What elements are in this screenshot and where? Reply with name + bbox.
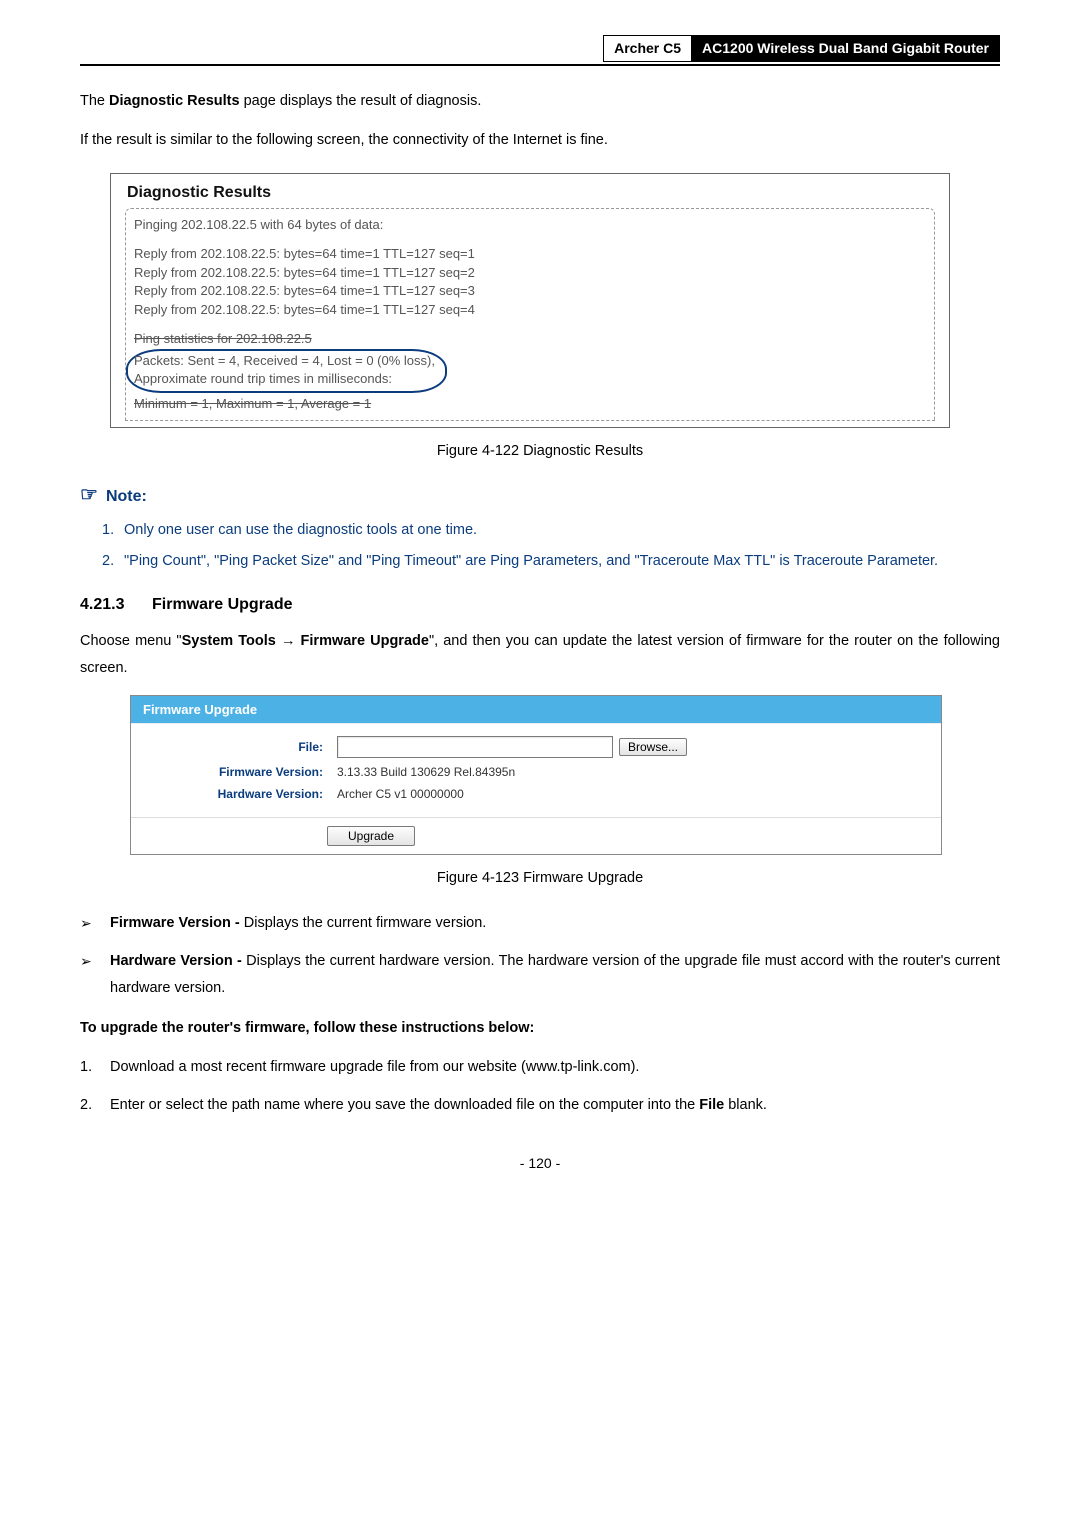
header-model: Archer C5 [603, 35, 691, 62]
diag-line: Packets: Sent = 4, Received = 4, Lost = … [134, 352, 435, 370]
intro-para-2: If the result is similar to the followin… [80, 127, 1000, 155]
fw-version-label: Firmware Version: [143, 764, 337, 780]
intro-para-1: The Diagnostic Results page displays the… [80, 88, 1000, 116]
fw-version-row: Firmware Version: 3.13.33 Build 130629 R… [143, 764, 929, 780]
diag-line: Reply from 202.108.22.5: bytes=64 time=1… [134, 264, 926, 282]
arrow-icon: ➢ [80, 948, 110, 1003]
hw-version-label: Hardware Version: [143, 786, 337, 802]
diag-line: Reply from 202.108.22.5: bytes=64 time=1… [134, 282, 926, 300]
step-item: 1. Download a most recent firmware upgra… [80, 1054, 1000, 1082]
note-item: 2."Ping Count", "Ping Packet Size" and "… [102, 547, 1000, 576]
instructions-heading: To upgrade the router's firmware, follow… [80, 1015, 1000, 1043]
diag-callout-oval: Packets: Sent = 4, Received = 4, Lost = … [126, 349, 447, 393]
upgrade-button[interactable]: Upgrade [327, 826, 415, 846]
arrow-icon: ➢ [80, 910, 110, 938]
figure-caption-122: Figure 4-122 Diagnostic Results [80, 442, 1000, 462]
note-list: 1.Only one user can use the diagnostic t… [80, 516, 1000, 576]
file-label: File: [143, 739, 337, 755]
diag-line: Reply from 202.108.22.5: bytes=64 time=1… [134, 301, 926, 319]
firmware-panel-title: Firmware Upgrade [131, 696, 941, 724]
diagnostic-title: Diagnostic Results [125, 182, 935, 204]
diag-line: Reply from 202.108.22.5: bytes=64 time=1… [134, 245, 926, 263]
diag-line-struck: Minimum = 1, Maximum = 1, Average = 1 [134, 395, 926, 413]
section-heading: 4.21.3Firmware Upgrade [80, 594, 1000, 616]
steps-list: 1. Download a most recent firmware upgra… [80, 1054, 1000, 1119]
diag-line: Pinging 202.108.22.5 with 64 bytes of da… [134, 216, 926, 234]
hw-version-row: Hardware Version: Archer C5 v1 00000000 [143, 786, 929, 802]
hand-point-icon: ☞ [80, 482, 98, 509]
header-pill: Archer C5 AC1200 Wireless Dual Band Giga… [603, 35, 1000, 62]
file-input[interactable] [337, 736, 613, 758]
note-header: ☞ Note: [80, 483, 1000, 510]
diagnostic-results-panel: Diagnostic Results Pinging 202.108.22.5 … [110, 173, 950, 428]
header-desc: AC1200 Wireless Dual Band Gigabit Router [691, 35, 1000, 62]
diag-line: Approximate round trip times in millisec… [134, 370, 435, 388]
browse-button[interactable]: Browse... [619, 738, 687, 756]
page-header: Archer C5 AC1200 Wireless Dual Band Giga… [80, 35, 1000, 66]
bullet-item: ➢ Hardware Version - Displays the curren… [80, 948, 1000, 1003]
bullet-list: ➢ Firmware Version - Displays the curren… [80, 910, 1000, 1003]
fw-version-value: 3.13.33 Build 130629 Rel.84395n [337, 764, 515, 780]
step-item: 2. Enter or select the path name where y… [80, 1092, 1000, 1120]
figure-caption-123: Figure 4-123 Firmware Upgrade [80, 869, 1000, 889]
bullet-item: ➢ Firmware Version - Displays the curren… [80, 910, 1000, 938]
file-row: File: Browse... [143, 736, 929, 758]
note-label: Note: [106, 486, 147, 508]
diag-line-struck: Ping statistics for 202.108.22.5 [134, 330, 926, 348]
firmware-para: Choose menu "System Tools → Firmware Upg… [80, 628, 1000, 683]
diagnostic-output: Pinging 202.108.22.5 with 64 bytes of da… [125, 208, 935, 421]
hw-version-value: Archer C5 v1 00000000 [337, 786, 464, 802]
firmware-upgrade-panel: Firmware Upgrade File: Browse... Firmwar… [130, 695, 942, 855]
note-item: 1.Only one user can use the diagnostic t… [102, 516, 1000, 545]
page-number: - 120 - [80, 1154, 1000, 1173]
